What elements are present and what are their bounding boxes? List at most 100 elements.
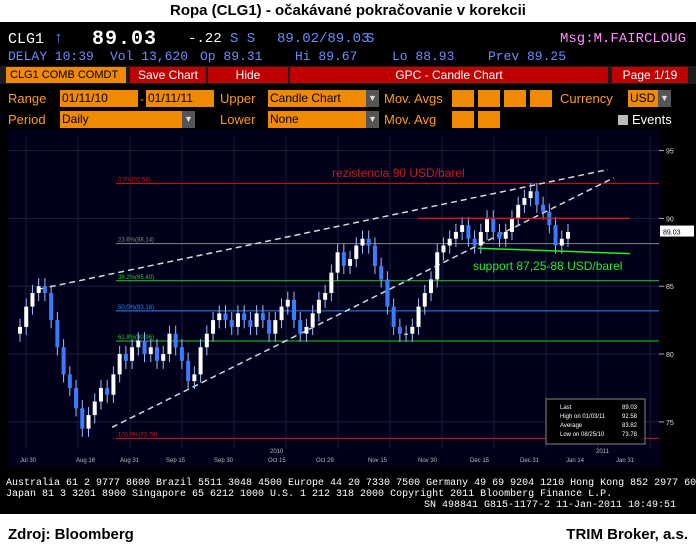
x-tick-label: Aug 31 [120,458,140,464]
candle-body [167,333,172,355]
price-change: -.22 [188,31,222,47]
candle-body [105,387,110,395]
legend-avg-label: Average [560,423,583,429]
legend-high-value: 92.58 [622,414,638,420]
candle-body [217,313,222,321]
x-tick-label: Jan 14 [566,458,585,464]
candle-body [292,299,296,321]
high-price: Hi 89.67 [295,49,358,64]
candle-body [335,252,340,273]
lower-select[interactable]: None [268,111,366,128]
candle-body [478,231,483,246]
candle-body [522,198,527,205]
candle-body [360,238,365,246]
candle-body [385,279,390,307]
candle-body [204,333,209,348]
candle-chart: 0.0%(92.58) 23.6%(88.14) 38.2%(85.40) 50.0%… [8,129,659,467]
upper-label: Upper [220,91,256,106]
candle-body [397,326,402,334]
candle-body [497,231,502,239]
x-tick-label: Aug 16 [76,458,96,464]
period-select[interactable]: Daily [60,111,182,128]
range-from-input[interactable]: 01/11/10 [60,90,138,107]
candle-body [80,408,85,429]
candle-body [248,320,253,327]
candle-body [491,218,496,232]
x-tick-label: Sep 15 [166,458,186,464]
candle-body [192,374,197,382]
mov-avg-2-input[interactable] [478,90,500,107]
chevron-down-icon[interactable]: ▼ [658,90,671,107]
candle-body [354,245,359,260]
x-tick-label: Dec 15 [470,458,490,464]
x-tick-label: Nov 15 [368,458,388,464]
x-year-label: 2011 [596,449,610,455]
x-tick-label: Oct 15 [268,458,286,464]
upper-select[interactable]: Candle Chart [268,90,366,107]
x-tick-label: Jan 31 [616,458,635,464]
mov-avg-3-input[interactable] [504,90,526,107]
candle-body [341,252,346,266]
candle-body [534,191,539,205]
candle-body [485,218,490,232]
candle-body [541,204,546,212]
candle-body [310,313,315,327]
mov-avg-1-input[interactable] [452,90,474,107]
lower-mov-avg-2-input[interactable] [478,111,500,128]
lower-mov-avg-1-input[interactable] [452,111,474,128]
candle-body [42,286,47,293]
price-axis-svg: 95 90 85 80 75 89.03 [659,149,694,427]
controls-row-range: Range 01/11/10 - 01/11/11 Upper Candle C… [0,88,696,110]
candle-body [173,333,178,348]
candle-body [391,306,396,327]
legend-low-label: Low on 08/25/10 [560,432,605,438]
events-checkbox[interactable] [618,115,628,125]
candle-body [130,347,135,361]
bloomberg-terminal: CLG1 ↑ 89.03 -.22 S S 89.02/89.03 S Msg:… [0,22,696,514]
support-annotation: support 87,25-88 USD/barel [473,259,622,273]
candle-body [55,320,60,348]
hide-button[interactable]: Hide [208,67,288,83]
source-label: Zdroj: Bloomberg [8,526,134,543]
chevron-down-icon[interactable]: ▼ [182,111,195,128]
save-chart-button[interactable]: Save Chart [130,67,206,83]
security-field[interactable]: CLG1 COMB COMDT [6,67,126,83]
candle-body [348,259,353,266]
y-tick-label: 85 [666,284,674,291]
candle-body [136,340,141,348]
candle-body [242,313,247,321]
legend-avg-value: 83.82 [622,423,638,429]
fib-label: 38.2%(85.40) [118,275,154,281]
chevron-down-icon[interactable]: ▼ [366,90,379,107]
chevron-down-icon[interactable]: ▼ [366,111,379,128]
range-to-input[interactable]: 01/11/11 [146,90,214,107]
candle-body [410,326,415,334]
candle-body [161,354,166,361]
candle-body [179,347,184,361]
mov-avgs-label: Mov. Avgs [384,91,443,106]
x-tick-label: Oct 29 [316,458,334,464]
chart-plot: 0.0%(92.58) 23.6%(88.14) 38.2%(85.40) 50.0%… [8,137,659,464]
candle-body [186,360,191,382]
candle-body [559,238,564,246]
bid-ask: 89.02/89.03 [277,31,370,47]
candle-body [298,320,303,334]
message-indicator[interactable]: Msg:M.FAIRCLOUG [560,31,686,47]
candle-body [49,293,54,321]
legend-last-value: 89.03 [622,405,638,411]
y-tick-label: 95 [666,149,674,156]
chart-title-bar: GPC - Candle Chart [290,67,608,83]
candle-body [235,313,240,327]
candle-body [323,293,328,300]
broker-label: TRIM Broker, a.s. [566,526,688,543]
candle-body [366,238,371,246]
candle-body [316,299,321,314]
candle-body [566,231,570,239]
ticker[interactable]: CLG1 [8,31,44,48]
x-tick-label: Nov 30 [418,458,438,464]
currency-select[interactable]: USD [628,90,658,107]
mov-avg-4-input[interactable] [530,90,552,107]
page-indicator[interactable]: Page 1/19 [612,67,688,83]
legend-last-label: Last [560,405,572,411]
candle-body [466,225,471,239]
